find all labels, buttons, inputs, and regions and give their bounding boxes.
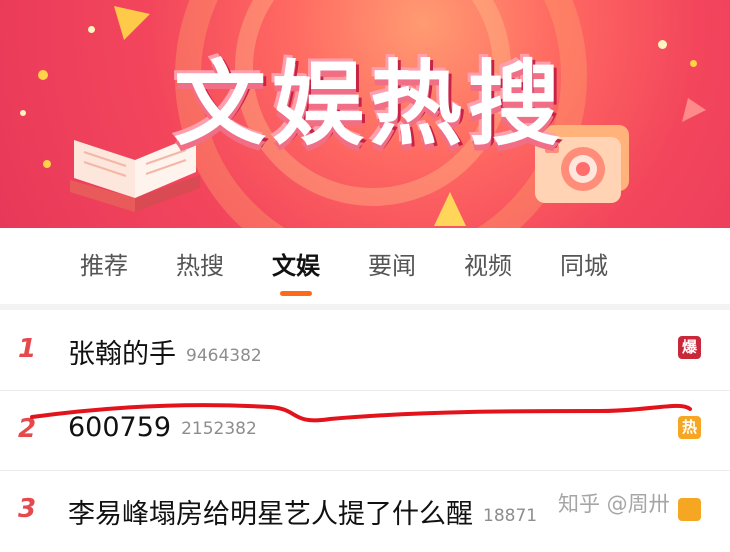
list-item[interactable]: 1 张翰的手 9464382 爆 <box>0 312 730 392</box>
tab-video[interactable]: 视频 <box>464 228 512 304</box>
sparkle-dot <box>88 26 95 33</box>
sparkle-dot <box>38 70 48 80</box>
tab-entertainment[interactable]: 文娱 <box>272 228 320 304</box>
tab-local[interactable]: 同城 <box>560 228 608 304</box>
tab-label: 视频 <box>464 252 512 280</box>
triangle-decoration <box>682 98 706 122</box>
tab-hot-search[interactable]: 热搜 <box>176 228 224 304</box>
handdrawn-strike-line <box>30 403 692 423</box>
tab-label: 要闻 <box>368 252 416 280</box>
tab-news[interactable]: 要闻 <box>368 228 416 304</box>
search-title: 张翰的手 <box>68 339 176 370</box>
search-count: 9464382 <box>186 345 262 366</box>
sparkle-dot <box>20 110 26 116</box>
tab-label: 推荐 <box>80 252 128 280</box>
watermark: 知乎 @周卅 <box>558 492 670 516</box>
tab-recommend[interactable]: 推荐 <box>80 228 128 304</box>
rank-number: 3 <box>18 494 37 524</box>
hot-badge <box>678 498 701 521</box>
divider <box>0 390 730 391</box>
rank-number: 1 <box>18 334 37 364</box>
tab-label: 同城 <box>560 252 608 280</box>
banner-title: 文娱热搜 <box>173 51 566 158</box>
active-tab-indicator <box>280 291 312 296</box>
category-tabs: 推荐 热搜 文娱 要闻 视频 同城 <box>0 228 730 304</box>
banner: 文娱热搜 <box>0 0 730 228</box>
divider <box>0 304 730 310</box>
tab-label: 文娱 <box>272 252 320 280</box>
sparkle-dot <box>690 60 697 67</box>
burst-badge: 爆 <box>678 336 701 359</box>
tab-label: 热搜 <box>176 252 224 280</box>
search-title: 李易峰塌房给明星艺人提了什么醒 <box>68 499 473 530</box>
sparkle-dot <box>43 160 51 168</box>
sparkle-dot <box>658 40 667 49</box>
search-count: 18871 <box>483 505 538 526</box>
triangle-decoration <box>434 192 466 226</box>
divider <box>0 470 730 471</box>
